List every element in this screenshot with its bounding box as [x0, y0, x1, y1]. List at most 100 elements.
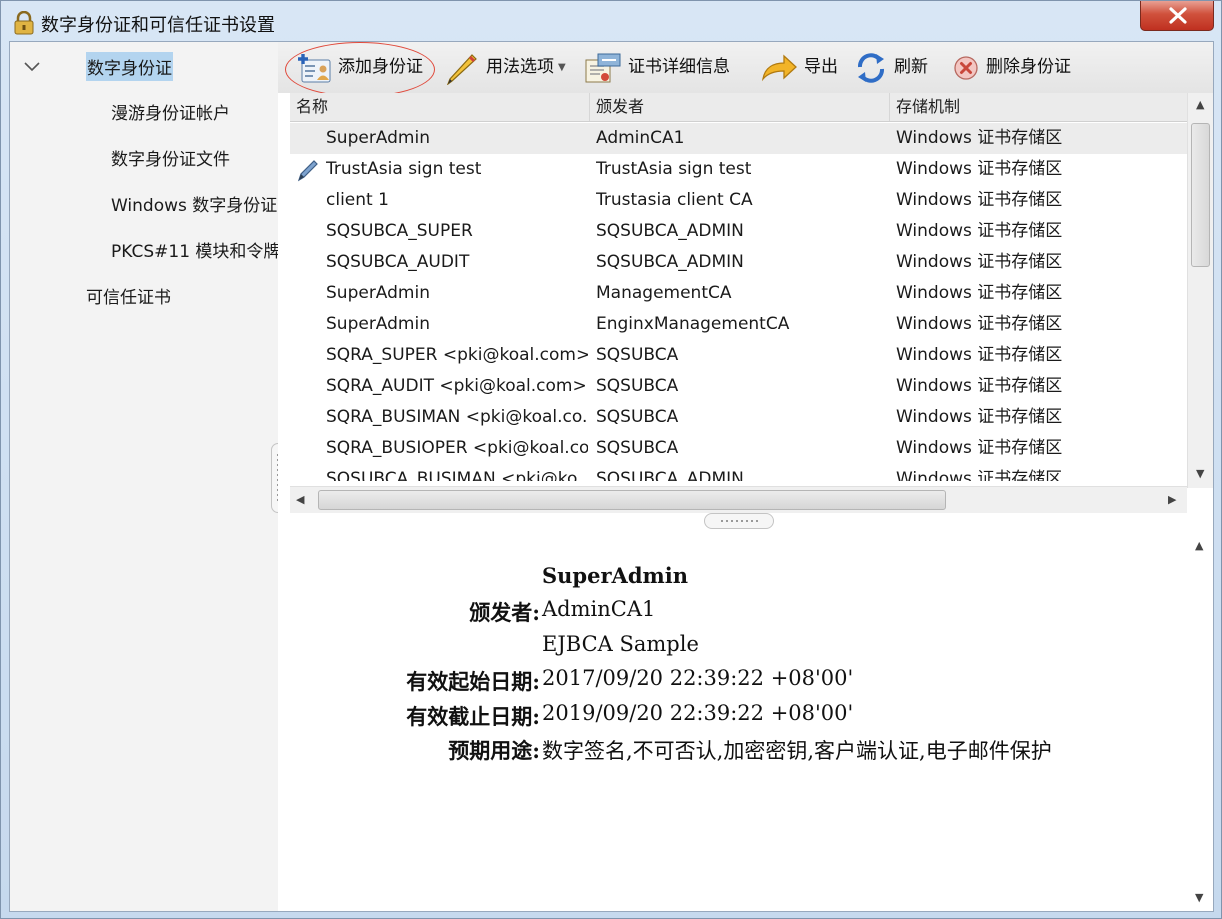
cell-issuer: SQSUBCA_ADMIN [596, 252, 744, 272]
cell-storage: Windows 证书存储区 [896, 345, 1063, 365]
details-usage-label: 预期用途: [448, 738, 540, 763]
export-button[interactable]: 导出 [760, 42, 838, 93]
toolbar: 添加身份证 用法选项 ▼ 证书详细信息 导出 刷新 删除身份证 [278, 42, 1213, 97]
cell-storage: Windows 证书存储区 [896, 159, 1063, 179]
certificate-details-button[interactable]: 证书详细信息 [584, 42, 730, 93]
table-row[interactable]: SQSUBCA_AUDIT SQSUBCA_ADMIN Windows 证书存储区 [290, 247, 1187, 278]
cell-storage: Windows 证书存储区 [896, 469, 1063, 481]
sidebar-item-windows-digital-ids[interactable]: Windows 数字身份证 [111, 191, 277, 216]
table-row[interactable]: SQRA_AUDIT <pki@koal.com> SQSUBCA Windows … [290, 371, 1187, 402]
sidebar-item-pkcs11-modules[interactable]: PKCS#11 模块和令牌 [111, 237, 278, 262]
details-issuer-label: 颁发者: [469, 600, 540, 625]
dialog-window: 数字身份证和可信任证书设置 数字身份证 漫游身份证帐户 数字身份证文件 Wind… [0, 0, 1222, 919]
sidebar-item-digital-id-files[interactable]: 数字身份证文件 [111, 145, 230, 170]
details-vertical-scrollbar[interactable]: ▲ ▼ [1187, 531, 1213, 911]
refresh-icon [858, 52, 884, 83]
cell-issuer: EnginxManagementCA [596, 314, 790, 334]
scroll-left-arrow-icon[interactable]: ◀ [296, 493, 304, 506]
cell-storage: Windows 证书存储区 [896, 190, 1063, 210]
dropdown-arrow-icon: ▼ [558, 62, 566, 73]
certificate-details-panel: SuperAdmin 颁发者: AdminCA1 EJBCA Sample 有效… [290, 531, 1213, 911]
table-row[interactable]: SuperAdmin ManagementCA Windows 证书存储区 [290, 278, 1187, 309]
table-row[interactable]: SQSUBCA_BUSIMAN <pki@ko... SQSUBCA_ADMIN W… [290, 464, 1187, 481]
cell-name: SQRA_BUSIMAN <pki@koal.co... [326, 407, 588, 427]
scroll-right-arrow-icon[interactable]: ▶ [1168, 493, 1176, 506]
details-issuer-value-2: EJBCA Sample [542, 632, 699, 656]
client-area: 数字身份证 漫游身份证帐户 数字身份证文件 Windows 数字身份证 PKCS… [9, 41, 1214, 912]
table-row[interactable]: TrustAsia sign test TrustAsia sign test Wi… [290, 154, 1187, 185]
cell-issuer: SQSUBCA [596, 345, 679, 365]
export-label: 导出 [804, 57, 838, 77]
details-valid-from-label: 有效起始日期: [406, 669, 540, 694]
cell-issuer: SQSUBCA [596, 376, 679, 396]
cell-name: SQSUBCA_BUSIMAN <pki@ko... [326, 469, 588, 481]
horizontal-scroll-thumb[interactable] [318, 490, 946, 510]
sidebar-item-trusted-certificates[interactable]: 可信任证书 [86, 283, 171, 308]
cell-name: SuperAdmin [326, 314, 430, 334]
cell-name: SQRA_AUDIT <pki@koal.com> [326, 376, 587, 396]
table-row[interactable]: SuperAdmin EnginxManagementCA Windows 证书存储… [290, 309, 1187, 340]
table-body: SuperAdmin AdminCA1 Windows 证书存储区 TrustAsia… [290, 123, 1187, 481]
sidebar-item-roaming-id-accounts[interactable]: 漫游身份证帐户 [111, 99, 230, 124]
scroll-up-arrow-icon[interactable]: ▲ [1196, 98, 1204, 111]
cell-storage: Windows 证书存储区 [896, 407, 1063, 427]
scroll-down-arrow-icon[interactable]: ▼ [1196, 467, 1204, 480]
table-row[interactable]: client 1 Trustasia client CA Windows 证书存储区 [290, 185, 1187, 216]
chevron-down-icon[interactable] [24, 62, 40, 72]
cell-storage: Windows 证书存储区 [896, 376, 1063, 396]
cell-issuer: SQSUBCA_ADMIN [596, 469, 744, 481]
column-header-storage[interactable]: 存储机制 [890, 93, 1187, 121]
certificate-details-label: 证书详细信息 [628, 57, 730, 77]
window-title: 数字身份证和可信任证书设置 [41, 15, 275, 36]
export-arrow-icon [761, 54, 797, 81]
cell-issuer: Trustasia client CA [596, 190, 753, 210]
details-valid-from-value: 2017/09/20 22:39:22 +08'00' [542, 666, 854, 690]
cell-issuer: ManagementCA [596, 283, 732, 303]
column-header-issuer[interactable]: 颁发者 [590, 93, 890, 121]
sidebar-tree: 数字身份证 漫游身份证帐户 数字身份证文件 Windows 数字身份证 PKCS… [10, 42, 279, 911]
usage-options-label: 用法选项 [486, 57, 554, 77]
cell-name: SQSUBCA_AUDIT [326, 252, 470, 272]
cell-issuer: SQSUBCA [596, 407, 679, 427]
details-scroll-up-arrow-icon[interactable]: ▲ [1195, 539, 1203, 552]
table-row[interactable]: SQSUBCA_SUPER SQSUBCA_ADMIN Windows 证书存储区 [290, 216, 1187, 247]
main-panel: 添加身份证 用法选项 ▼ 证书详细信息 导出 刷新 删除身份证 名称 颁发者 存… [278, 42, 1213, 911]
remove-id-button[interactable]: 删除身份证 [952, 42, 1071, 93]
cell-issuer: AdminCA1 [596, 128, 685, 148]
refresh-label: 刷新 [894, 57, 928, 77]
close-button[interactable] [1140, 1, 1214, 31]
details-scroll-down-arrow-icon[interactable]: ▼ [1195, 891, 1203, 904]
cell-issuer: TrustAsia sign test [596, 159, 752, 179]
horizontal-splitter-handle[interactable] [704, 513, 774, 529]
pen-icon [297, 160, 318, 182]
cell-storage: Windows 证书存储区 [896, 438, 1063, 458]
table-horizontal-scrollbar[interactable]: ◀ ▶ [290, 486, 1187, 513]
cell-name: SQRA_BUSIOPER <pki@koal.co... [326, 438, 588, 458]
refresh-button[interactable]: 刷新 [854, 42, 928, 93]
close-icon [1169, 7, 1187, 24]
details-issuer-value: AdminCA1 [542, 597, 656, 621]
vertical-scroll-thumb[interactable] [1191, 123, 1210, 267]
sidebar-item-digital-ids[interactable]: 数字身份证 [86, 52, 173, 81]
lock-icon [14, 11, 34, 35]
add-id-icon [298, 53, 331, 82]
add-id-button[interactable]: 添加身份证 [296, 42, 423, 93]
table-row[interactable]: SQRA_BUSIOPER <pki@koal.co... SQSUBCA Wind… [290, 433, 1187, 464]
details-usage-value: 数字签名,不可否认,加密密钥,客户端认证,电子邮件保护 [542, 739, 1052, 763]
details-valid-to-value: 2019/09/20 22:39:22 +08'00' [542, 701, 854, 725]
cell-storage: Windows 证书存储区 [896, 283, 1063, 303]
table-row[interactable]: SQRA_SUPER <pki@koal.com> SQSUBCA Windows … [290, 340, 1187, 371]
details-subject: SuperAdmin [542, 563, 688, 588]
column-header-name[interactable]: 名称 [290, 93, 590, 121]
table-vertical-scrollbar[interactable]: ▲ ▼ [1187, 93, 1213, 488]
remove-id-label: 删除身份证 [986, 57, 1071, 77]
usage-options-dropdown[interactable]: 用法选项 ▼ [444, 42, 566, 93]
cell-storage: Windows 证书存储区 [896, 314, 1063, 334]
title-bar[interactable]: 数字身份证和可信任证书设置 [1, 1, 1221, 41]
table-row[interactable]: SQRA_BUSIMAN <pki@koal.co... SQSUBCA Windo… [290, 402, 1187, 433]
cell-storage: Windows 证书存储区 [896, 221, 1063, 241]
cell-name: SQSUBCA_SUPER [326, 221, 473, 241]
certificate-table: 名称 颁发者 存储机制 SuperAdmin AdminCA1 Windows 证书… [290, 93, 1213, 513]
add-id-label: 添加身份证 [338, 57, 423, 77]
table-row[interactable]: SuperAdmin AdminCA1 Windows 证书存储区 [290, 123, 1187, 154]
